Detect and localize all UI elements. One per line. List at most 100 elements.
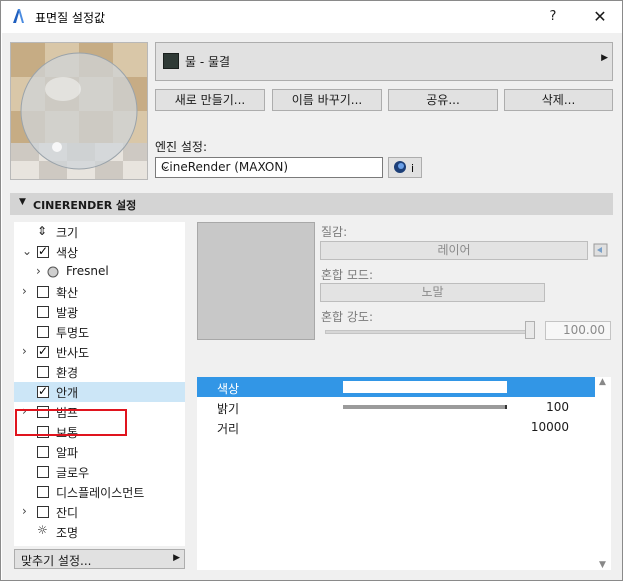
texture-preview [197,222,315,340]
list-item-label: 디스플레이스먼트 [56,486,145,500]
list-item-label: Fresnel [66,264,109,278]
list-item[interactable]: ⇕ 크기 [14,222,185,242]
close-button[interactable]: ✕ [585,6,615,28]
checkbox[interactable] [37,244,49,258]
list-item-label: 글로우 [56,466,90,480]
list-item[interactable]: 디스플레이스먼트 [14,482,185,502]
engine-select[interactable]: CineRender (MAXON) ⌄ [155,157,383,178]
fit-settings-button[interactable]: 맞추기 설정... ▶ [14,549,185,569]
list-item-label: 색상 [56,246,79,260]
material-preview [10,42,148,180]
checkbox[interactable] [37,366,49,378]
list-item-label: 반사도 [56,346,90,360]
checkbox[interactable] [37,344,49,358]
list-item-label: 알파 [56,446,79,460]
list-item-label: 잔디 [56,506,79,520]
dialog-body: 물 - 물결 ▶ 새로 만들기... 이름 바꾸기... 공유... 삭제...… [2,33,622,580]
list-item[interactable]: ☼ 조명 [14,522,185,542]
info-icon: i [411,162,414,175]
texture-load-icon[interactable] [593,242,609,258]
scroll-down-icon[interactable]: ▼ [599,560,606,570]
material-selector[interactable]: 물 - 물결 ▶ [155,42,613,81]
list-item[interactable]: 투명도 [14,322,185,342]
archicad-app-icon [13,9,24,23]
blend-mode-label: 혼합 모드: [321,268,374,282]
brightness-bar[interactable] [343,405,507,409]
blend-strength-value[interactable]: 100.00 [545,321,611,340]
list-item-label: 확산 [56,286,79,300]
engine-info-button[interactable]: i [388,157,422,178]
color-swatch[interactable] [343,381,507,393]
fit-settings-label: 맞추기 설정... [21,554,92,568]
list-item-label: 크기 [56,226,79,240]
list-item-label: 투명도 [56,326,90,340]
table-row[interactable]: 거리 10000 [197,417,595,437]
list-item-label: 환경 [56,366,79,380]
checkbox[interactable] [37,306,49,318]
list-item[interactable]: 환경 [14,362,185,382]
list-item[interactable]: 알파 [14,442,185,462]
property-name: 거리 [217,422,240,436]
size-icon: ⇕ [37,224,48,238]
list-item[interactable]: 발광 [14,302,185,322]
chevron-down-icon[interactable]: ⌄ [22,244,32,258]
rename-button[interactable]: 이름 바꾸기... [272,89,382,111]
window-title: 표면질 설정값 [35,11,106,25]
texture-field[interactable]: 레이어 [320,241,588,260]
chevron-right-icon[interactable]: › [22,344,27,358]
share-button[interactable]: 공유... [388,89,498,111]
list-item[interactable]: 글로우 [14,462,185,482]
property-table: 색상 밝기 100 거리 10000 ▲ ▼ [197,377,611,570]
checkbox[interactable] [37,446,49,458]
title-bar: 표면질 설정값 ? ✕ [1,1,622,33]
sphere-icon [47,266,59,278]
checkbox[interactable] [37,506,49,518]
checkbox[interactable] [37,384,49,398]
chevron-right-icon: ▶ [601,53,608,63]
chevron-right-icon[interactable]: › [36,264,41,278]
delete-button[interactable]: 삭제... [504,89,613,111]
list-item[interactable]: › 잔디 [14,502,185,522]
table-row[interactable]: 색상 [197,377,595,397]
list-item[interactable]: ⌄ 색상 [14,242,185,262]
list-item[interactable]: › 반사도 [14,342,185,362]
blend-strength-slider[interactable] [325,330,532,334]
property-value: 10000 [530,420,569,434]
light-icon: ☼ [37,523,48,537]
texture-label: 질감: [321,225,348,239]
collapse-triangle-icon: ▼ [19,197,26,207]
channel-settings-pane: 질감: 레이어 혼합 모드: 노말 혼합 강도: 100.00 색상 밝기 10… [195,222,613,572]
property-value: 100 [546,400,569,414]
material-swatch [163,53,179,69]
checkbox[interactable] [37,326,49,338]
blend-mode-field[interactable]: 노말 [320,283,545,302]
list-item[interactable]: › Fresnel [14,262,185,282]
property-name: 색상 [217,382,240,396]
list-item[interactable]: › 확산 [14,282,185,302]
property-name: 밝기 [217,402,240,416]
material-name: 물 - 물결 [185,55,231,69]
list-item-label: 조명 [56,526,79,540]
list-item[interactable]: 안개 [14,382,185,402]
chevron-right-icon: ▶ [173,553,180,563]
slider-handle[interactable] [525,321,535,339]
scroll-up-icon[interactable]: ▲ [599,377,606,387]
new-button[interactable]: 새로 만들기... [155,89,265,111]
chevron-right-icon[interactable]: › [22,284,27,298]
vertical-scrollbar[interactable]: ▲ ▼ [597,377,611,570]
checkbox[interactable] [37,466,49,478]
engine-label: 엔진 설정: [155,140,208,154]
checkbox[interactable] [37,486,49,498]
list-item-label: 안개 [56,386,79,400]
checkbox[interactable] [37,286,49,298]
material-settings-dialog: 표면질 설정값 ? ✕ 물 - 물결 ▶ 새로 만들기... 이름 바꾸기...… [0,0,623,581]
highlight-box [15,409,127,436]
chevron-down-icon: ⌄ [161,159,171,172]
cinerender-section-header[interactable]: ▼ CINERENDER 설정 [10,193,613,215]
table-row[interactable]: 밝기 100 [197,397,595,417]
list-item-label: 발광 [56,306,79,320]
section-title: CINERENDER 설정 [33,199,137,212]
help-button[interactable]: ? [538,6,568,28]
blend-strength-label: 혼합 강도: [321,310,374,324]
chevron-right-icon[interactable]: › [22,504,27,518]
